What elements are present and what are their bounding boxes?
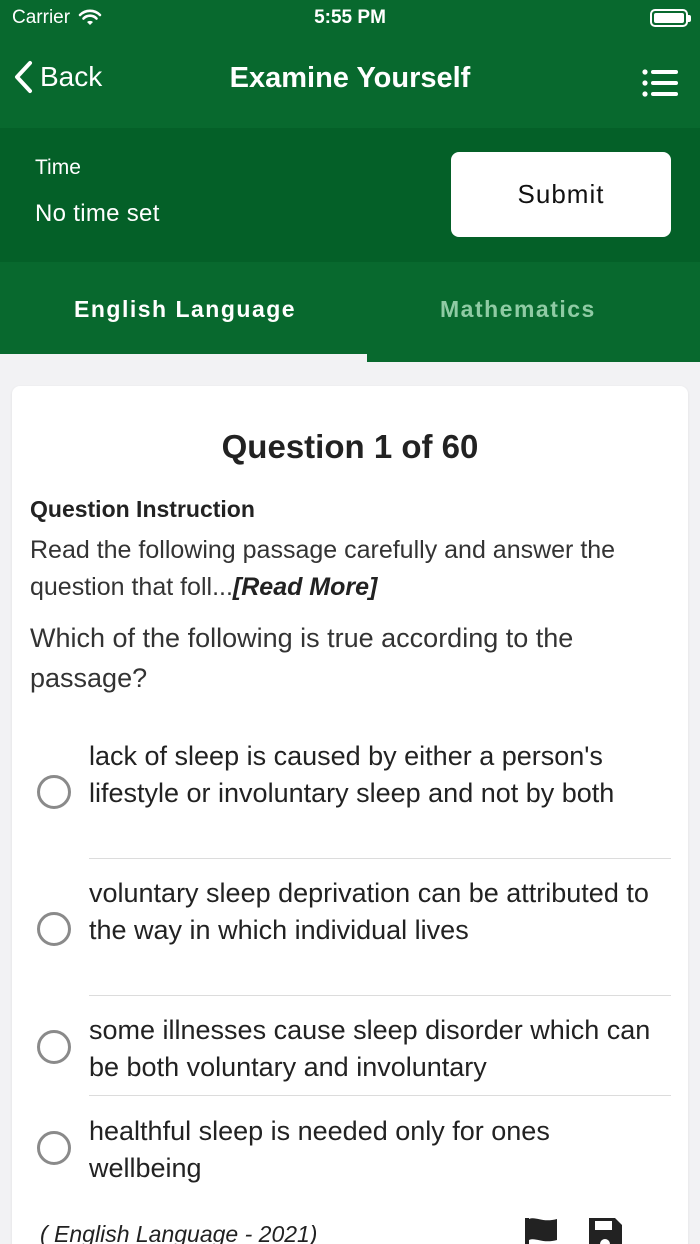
app-screen: Carrier 5:55 PM Back Examine Yourself Ti… [0, 0, 700, 1244]
divider [89, 995, 671, 996]
divider [89, 858, 671, 859]
question-card: Question 1 of 60 Question Instruction Re… [12, 386, 688, 1244]
answer-option[interactable]: lack of sleep is caused by either a pers… [12, 738, 688, 858]
status-time: 5:55 PM [314, 7, 386, 28]
tab-english-language[interactable]: English Language [74, 296, 296, 323]
status-bar: Carrier 5:55 PM [0, 0, 700, 38]
answer-option[interactable]: healthful sleep is needed only for ones … [12, 1113, 688, 1197]
timer-bar: Time No time set Submit [0, 128, 700, 262]
answer-option[interactable]: voluntary sleep deprivation can be attri… [12, 875, 688, 995]
tab-mathematics[interactable]: Mathematics [440, 296, 596, 323]
option-text: some illnesses cause sleep disorder whic… [89, 1015, 651, 1082]
battery-icon [650, 9, 691, 27]
radio-button[interactable] [37, 1131, 71, 1165]
option-text: voluntary sleep deprivation can be attri… [89, 878, 649, 945]
save-icon[interactable] [586, 1216, 624, 1244]
list-icon[interactable] [642, 68, 678, 98]
time-value: No time set [35, 200, 160, 227]
radio-button[interactable] [37, 775, 71, 809]
radio-button[interactable] [37, 912, 71, 946]
tab-selected-indicator [0, 354, 367, 362]
subject-tabs: English Language Mathematics [0, 262, 700, 362]
question-number: Question 1 of 60 [221, 428, 479, 465]
header: Carrier 5:55 PM Back Examine Yourself Ti… [0, 0, 700, 362]
navigation-bar: Back Examine Yourself [0, 38, 700, 128]
page-title: Examine Yourself [229, 62, 471, 94]
radio-button[interactable] [37, 1030, 71, 1064]
question-instruction-label: Question Instruction [30, 496, 255, 522]
submit-button[interactable]: Submit [451, 152, 671, 237]
answer-option[interactable]: some illnesses cause sleep disorder whic… [12, 1012, 688, 1096]
option-text: lack of sleep is caused by either a pers… [89, 741, 615, 808]
time-label: Time [35, 156, 81, 179]
question-text: Which of the following is true according… [30, 623, 574, 693]
question-instruction-text: Read the following passage carefully and… [30, 532, 680, 606]
flag-icon[interactable] [524, 1216, 558, 1244]
read-more-link[interactable]: [Read More] [233, 573, 377, 601]
question-source: ( English Language - 2021) [40, 1221, 318, 1244]
option-text: healthful sleep is needed only for ones … [89, 1116, 550, 1183]
divider [89, 1095, 671, 1096]
